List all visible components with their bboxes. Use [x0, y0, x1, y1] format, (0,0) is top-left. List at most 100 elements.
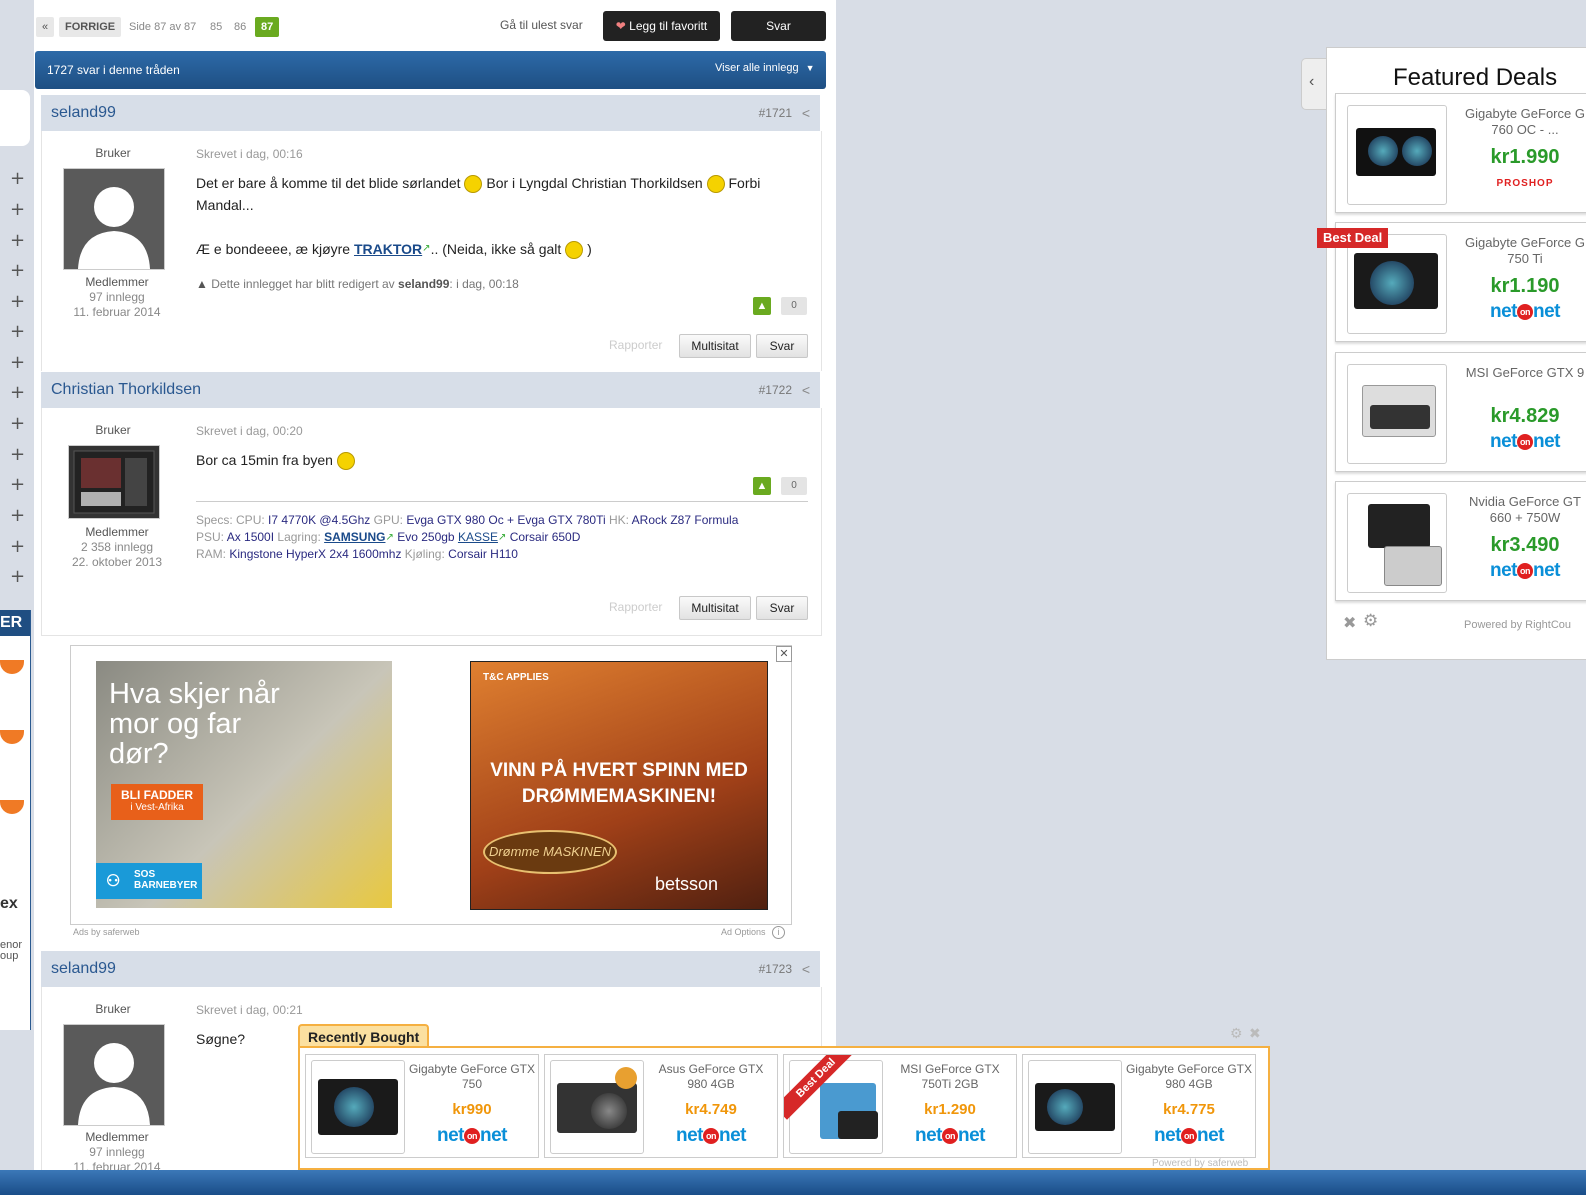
- report-link[interactable]: Rapporter: [609, 338, 662, 352]
- store-text: on: [1181, 1127, 1197, 1144]
- deal-name-line: 760 OC - ...: [1491, 122, 1559, 137]
- recent-item[interactable]: Gigabyte GeForce GTX 980 4GB kr4.775 net o…: [1022, 1054, 1256, 1158]
- add-favorite-button[interactable]: ❤ Legg til favoritt: [603, 11, 720, 41]
- reply-button[interactable]: Svar: [731, 11, 826, 41]
- betsson-ad-banner[interactable]: T&C APPLIES VINN PÅ HVERT SPINN MED DRØM…: [470, 661, 768, 910]
- close-icon[interactable]: ✖: [1343, 613, 1356, 633]
- expand-plus-icon[interactable]: +: [10, 538, 25, 556]
- spec-value: Ax 1500I: [226, 530, 275, 544]
- product-image: [1347, 364, 1447, 464]
- deal-price: kr1.190: [1490, 275, 1560, 297]
- expand-plus-icon[interactable]: +: [10, 323, 25, 341]
- share-icon[interactable]: <: [802, 382, 810, 398]
- product-image: [789, 1060, 883, 1154]
- forum-thread: « FORRIGE Side 87 av 87 85 86 87 Gå til …: [34, 0, 836, 1174]
- expand-plus-icon[interactable]: +: [10, 262, 25, 280]
- kasse-link[interactable]: KASSE: [458, 530, 498, 544]
- edit-notice-time: : i dag, 00:18: [449, 277, 519, 291]
- expand-plus-icon[interactable]: +: [10, 507, 25, 525]
- post-reply-button[interactable]: Svar: [756, 596, 808, 620]
- post-number[interactable]: #1721: [759, 106, 792, 120]
- prev-page-button[interactable]: FORRIGE: [59, 17, 122, 37]
- view-all-label: Viser alle innlegg: [715, 62, 799, 74]
- share-icon[interactable]: <: [802, 961, 810, 977]
- samsung-link[interactable]: SAMSUNG: [324, 530, 385, 544]
- left-widget-logo[interactable]: [0, 800, 24, 814]
- expand-plus-icon[interactable]: +: [10, 415, 25, 433]
- post-text: .. (Neida, ikke så galt: [430, 241, 562, 257]
- view-all-dropdown[interactable]: Viser alle innlegg ▼: [715, 62, 815, 74]
- post-number[interactable]: #1723: [759, 962, 792, 976]
- expand-plus-icon[interactable]: +: [10, 476, 25, 494]
- expand-plus-icon[interactable]: +: [10, 232, 25, 250]
- sos-ad-banner[interactable]: Hva skjer når mor og far dør? BLI FADDER…: [96, 661, 392, 908]
- upvote-button[interactable]: ▲: [753, 477, 771, 495]
- pc-build-avatar-icon: [73, 450, 155, 514]
- first-page-button[interactable]: «: [36, 17, 55, 37]
- close-icon[interactable]: ✖: [1249, 1025, 1261, 1042]
- collapse-deals-tab[interactable]: ‹: [1301, 58, 1328, 110]
- expand-plus-icon[interactable]: +: [10, 293, 25, 311]
- gear-icon[interactable]: ⚙: [1230, 1025, 1243, 1042]
- featured-deals-panel: Featured Deals Gigabyte GeForce G 760 OC …: [1317, 47, 1586, 660]
- avatar[interactable]: [68, 445, 160, 519]
- unread-link[interactable]: Gå til ulest svar: [500, 18, 583, 32]
- post-text: Bor i Lyngdal Christian Thorkildsen: [486, 175, 703, 191]
- ad-cta-button[interactable]: BLI FADDER i Vest-Afrika: [111, 784, 203, 820]
- current-page: 87: [255, 17, 280, 37]
- expand-plus-icon[interactable]: +: [10, 384, 25, 402]
- powered-by[interactable]: Powered by RightCou: [1464, 619, 1571, 631]
- post-number[interactable]: #1722: [759, 383, 792, 397]
- recent-item-name-line: Asus GeForce GTX: [658, 1062, 764, 1076]
- avatar[interactable]: [63, 1024, 165, 1126]
- expand-plus-icon[interactable]: +: [10, 170, 25, 188]
- left-widget-logo[interactable]: [0, 730, 24, 744]
- multiquote-button[interactable]: Multisitat: [679, 596, 751, 620]
- multiquote-button[interactable]: Multisitat: [679, 334, 751, 358]
- powered-by[interactable]: Powered by saferweb: [1152, 1158, 1248, 1169]
- expand-plus-icon[interactable]: +: [10, 446, 25, 464]
- deal-card[interactable]: Nvidia GeForce GT 660 + 750W kr3.490 net o…: [1335, 481, 1586, 601]
- expand-plus-icon[interactable]: +: [10, 201, 25, 219]
- edit-notice-user[interactable]: seland99: [398, 277, 449, 291]
- post-text: Forbi: [728, 175, 761, 191]
- post-reply-button[interactable]: Svar: [756, 334, 808, 358]
- close-icon[interactable]: ✕: [776, 646, 792, 662]
- post-author[interactable]: Christian Thorkildsen: [51, 381, 201, 399]
- left-widget-logo[interactable]: [0, 660, 24, 674]
- add-favorite-label: Legg til favoritt: [629, 19, 708, 33]
- ad-options[interactable]: Ad Options i: [721, 926, 786, 939]
- deal-card[interactable]: MSI GeForce GTX 9 kr4.829 net on net: [1335, 352, 1586, 472]
- user-group: Medlemmer: [42, 1130, 192, 1145]
- proshop-logo: PROSHOP: [1496, 178, 1554, 189]
- user-info: Medlemmer 2 358 innlegg 22. oktober 2013: [42, 525, 192, 570]
- upvote-button[interactable]: ▲: [753, 297, 771, 315]
- report-link[interactable]: Rapporter: [609, 600, 662, 614]
- external-link-icon: ↗: [385, 532, 394, 543]
- post-author[interactable]: seland99: [51, 104, 116, 122]
- avatar[interactable]: [63, 168, 165, 270]
- traktor-link[interactable]: TRAKTOR: [354, 241, 422, 257]
- recent-item[interactable]: Gigabyte GeForce GTX 750 kr990 net on net: [305, 1054, 539, 1158]
- left-panel-tab[interactable]: [0, 90, 30, 146]
- spec-value: Corsair H110: [448, 547, 518, 561]
- deal-name: Gigabyte GeForce G 750 Ti: [1450, 235, 1586, 267]
- ads-by[interactable]: Ads by saferweb: [73, 927, 140, 937]
- left-widget: ER ex enor oup: [0, 610, 31, 1030]
- expand-plus-icon[interactable]: +: [10, 354, 25, 372]
- ad-headline: Hva skjer når mor og far dør?: [109, 678, 280, 770]
- recent-item[interactable]: Best Deal MSI GeForce GTX 750Ti 2GB kr1.2…: [783, 1054, 1017, 1158]
- share-icon[interactable]: <: [802, 105, 810, 121]
- expand-plus-icon[interactable]: +: [10, 568, 25, 586]
- user-group-label: Medlemmer: [85, 1130, 149, 1144]
- deal-card[interactable]: Gigabyte GeForce G 760 OC - ... kr1.990 P…: [1335, 93, 1586, 213]
- gear-icon[interactable]: ⚙: [1363, 611, 1378, 631]
- post-author[interactable]: seland99: [51, 960, 116, 978]
- netonnet-logo: net on net: [1490, 431, 1561, 452]
- ad-headline: VINN PÅ HVERT SPINN MED DRØMMEMASKINEN!: [490, 760, 748, 807]
- page-link-85[interactable]: 85: [210, 17, 222, 37]
- heart-icon: ❤: [615, 19, 626, 33]
- page-link-86[interactable]: 86: [234, 17, 246, 37]
- recent-item[interactable]: Asus GeForce GTX 980 4GB kr4.749 net on net: [544, 1054, 778, 1158]
- post-date: Skrevet i dag, 00:21: [196, 1003, 303, 1017]
